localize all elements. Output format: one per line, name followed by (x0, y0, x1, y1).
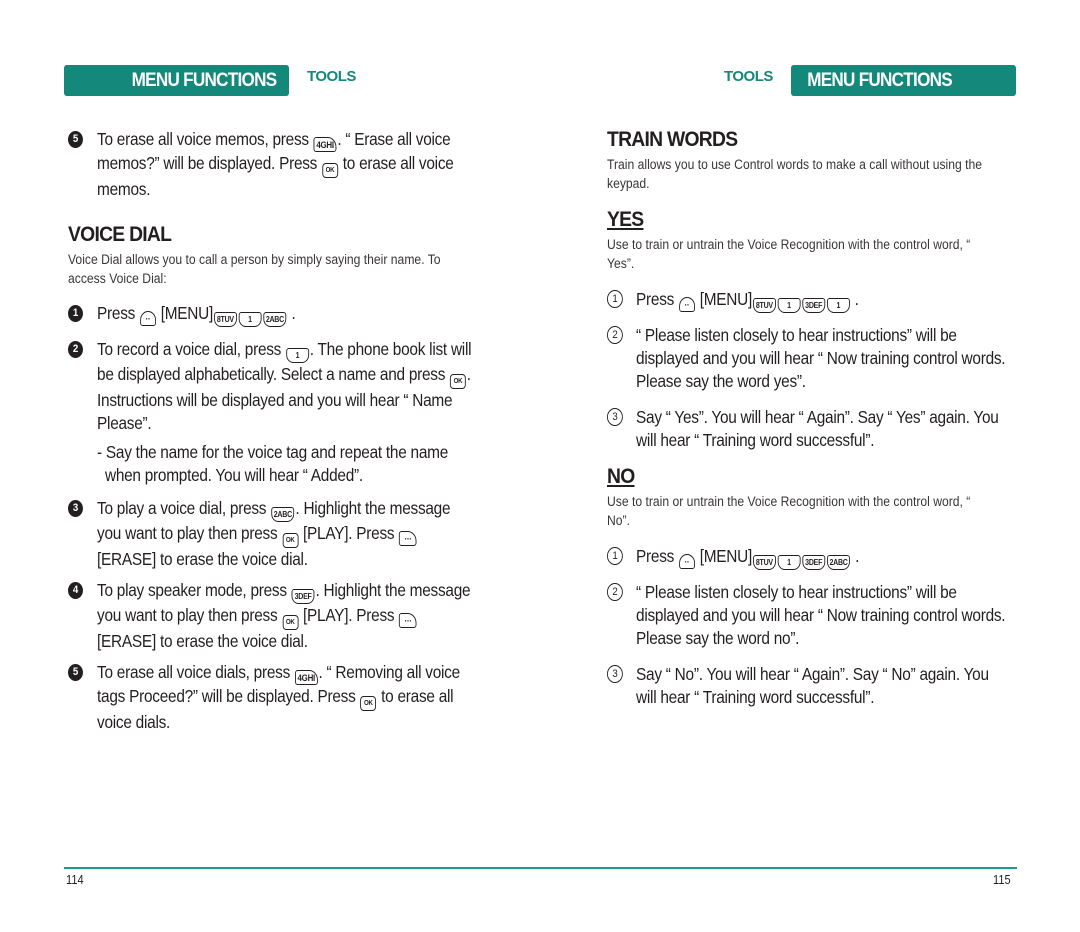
key-1-icon: 1 (826, 298, 850, 313)
step-text: “ Please listen closely to hear instruct… (636, 325, 1006, 391)
key-1-icon: 1 (238, 312, 262, 327)
key-8-icon: 8TUV (752, 555, 776, 570)
key-2-icon: 2ABC (271, 507, 295, 522)
key-3-icon: 3DEF (802, 298, 826, 313)
key-4-icon: 4GHI (294, 670, 318, 685)
step-text: [ERASE] to erase the voice dial. (97, 549, 308, 569)
subsection-label-right: TOOLS (724, 68, 773, 85)
step-text: Say “ Yes”. You will hear “ Again”. Say … (636, 407, 999, 450)
ok-key-icon: OK (450, 374, 466, 389)
step-number-badge: 2 (68, 341, 83, 358)
key-4-icon: 4GHI (313, 137, 337, 152)
voice-dial-step-3: 3 To play a voice dial, press 2ABC. High… (68, 497, 473, 571)
page-number-right: 115 (993, 872, 1011, 887)
menu-softkey-icon: ·· (678, 297, 695, 312)
yes-step-1: 1 Press ·· [MENU] 8TUV 1 3DEF 1 . (607, 288, 1012, 313)
key-2-icon: 2ABC (826, 555, 851, 570)
yes-heading: YES (607, 208, 644, 231)
step-text: . (291, 303, 296, 323)
no-step-3: 3 Say “ No”. You will hear “ Again”. Say… (607, 663, 1012, 709)
step-number-badge: 1 (68, 305, 83, 322)
train-words-description: Train allows you to use Control words to… (607, 157, 983, 191)
step-text: [PLAY]. Press (303, 523, 395, 543)
step-text: [PLAY]. Press (303, 605, 395, 625)
step-text: To erase all voice memos, press (97, 129, 309, 149)
key-3-icon: 3DEF (802, 555, 826, 570)
yes-step-2: 2 “ Please listen closely to hear instru… (607, 324, 1012, 393)
step-number-badge: 4 (68, 582, 83, 599)
step-text: To record a voice dial, press (97, 339, 282, 359)
step-number-badge: 5 (68, 131, 83, 148)
voice-dial-step-2: 2 To record a voice dial, press 1. The p… (68, 338, 473, 487)
yes-step-3: 3 Say “ Yes”. You will hear “ Again”. Sa… (607, 406, 1012, 452)
step-text: [MENU] (160, 303, 214, 323)
step-number-badge: 5 (68, 664, 83, 681)
step-number-badge: 1 (607, 290, 623, 308)
step-text: To play a voice dial, press (97, 498, 267, 518)
intro-step-5: 5 To erase all voice memos, press 4GHI. … (68, 128, 473, 201)
ok-key-icon: OK (360, 696, 377, 711)
ok-key-icon: OK (282, 615, 299, 630)
step-text: Press (636, 289, 675, 309)
voice-dial-step-1: 1 Press ·· [MENU] 8TUV 1 2ABC . (68, 302, 473, 327)
right-softkey-icon: ··· (399, 613, 417, 628)
no-step-2: 2 “ Please listen closely to hear instru… (607, 581, 1012, 650)
key-8-icon: 8TUV (213, 312, 237, 327)
step-text: To erase all voice dials, press (97, 662, 291, 682)
key-2-icon: 2ABC (263, 312, 287, 327)
right-softkey-icon: ··· (399, 531, 417, 546)
yes-description: Use to train or untrain the Voice Recogn… (607, 237, 971, 271)
section-label: MENU FUNCTIONS (131, 69, 277, 91)
key-1-icon: 1 (777, 555, 801, 570)
section-label: MENU FUNCTIONS (807, 69, 952, 91)
voice-dial-step-4: 4 To play speaker mode, press 3DEF. High… (68, 579, 473, 653)
page-number-left: 114 (66, 872, 84, 887)
key-1-icon: 1 (777, 298, 801, 313)
no-description: Use to train or untrain the Voice Recogn… (607, 494, 971, 528)
step-text: To play speaker mode, press (97, 580, 287, 600)
step-text: Press (97, 303, 136, 323)
step-text: . (855, 546, 860, 566)
step-text: Say “ No”. You will hear “ Again”. Say “… (636, 664, 989, 707)
step-text: [MENU] (699, 289, 753, 309)
train-words-heading: TRAIN WORDS (607, 128, 738, 151)
step-number-badge: 3 (607, 408, 623, 426)
step-number-badge: 3 (607, 665, 623, 683)
menu-softkey-icon: ·· (139, 311, 156, 326)
step-text: “ Please listen closely to hear instruct… (636, 582, 1006, 648)
step-number-badge: 2 (607, 583, 623, 601)
step-note: - Say the name for the voice tag and rep… (97, 442, 449, 485)
step-text: . (854, 289, 859, 309)
step-number-badge: 3 (68, 500, 83, 517)
step-number-badge: 1 (607, 547, 623, 565)
voice-dial-step-5: 5 To erase all voice dials, press 4GHI. … (68, 661, 473, 734)
key-8-icon: 8TUV (752, 298, 776, 313)
no-step-1: 1 Press ·· [MENU] 8TUV 1 3DEF 2ABC . (607, 545, 1012, 570)
header-section-tab-left: MENU FUNCTIONS (64, 65, 289, 96)
key-3-icon: 3DEF (291, 589, 315, 604)
footer-divider (64, 867, 1017, 869)
step-text: [MENU] (699, 546, 753, 566)
step-text: [ERASE] to erase the voice dial. (97, 631, 308, 651)
ok-key-icon: OK (322, 163, 338, 178)
step-number-badge: 2 (607, 326, 623, 344)
no-heading: NO (607, 465, 635, 488)
ok-key-icon: OK (282, 533, 299, 548)
step-text: Press (636, 546, 675, 566)
voice-dial-heading: VOICE DIAL (68, 223, 172, 246)
subsection-label-left: TOOLS (307, 68, 356, 85)
voice-dial-description: Voice Dial allows you to call a person b… (68, 252, 441, 286)
menu-softkey-icon: ·· (678, 554, 695, 569)
header-section-tab-right: MENU FUNCTIONS (791, 65, 1016, 96)
key-1-icon: 1 (286, 348, 309, 363)
